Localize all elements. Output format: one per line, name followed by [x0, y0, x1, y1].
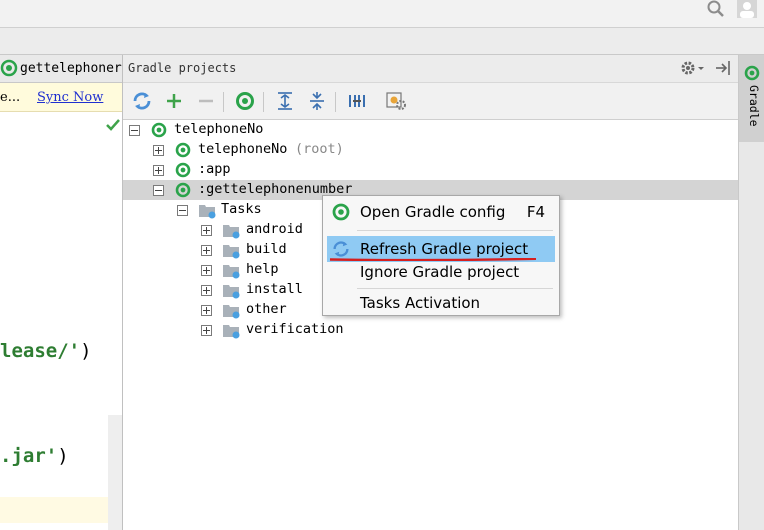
gradle-icon [332, 203, 350, 221]
gradle-project-tree: telephoneNo telephoneNo (root) :app :get… [123, 120, 738, 530]
scrollbar-track[interactable] [108, 415, 122, 530]
editor-tab[interactable]: gettelephoner [0, 55, 122, 83]
code-line: lease/') [0, 340, 92, 362]
add-icon[interactable] [162, 89, 186, 113]
tree-item-label: build [246, 241, 287, 257]
annotation-underline [330, 258, 536, 261]
editor-tab-label: gettelephoner [20, 61, 122, 76]
gradle-module-icon [175, 182, 191, 198]
sync-now-link[interactable]: Sync Now [37, 90, 103, 105]
toolbar-separator [335, 92, 336, 112]
tree-item-root-module[interactable]: telephoneNo (root) [123, 140, 738, 160]
tasks-folder-icon [199, 205, 216, 219]
expand-toggle[interactable] [201, 285, 212, 296]
collapse-toggle[interactable] [177, 205, 188, 216]
sync-notification-bar: e... Sync Now [0, 83, 122, 112]
gradle-task-icon[interactable] [233, 89, 257, 113]
expand-all-icon[interactable] [273, 89, 297, 113]
panel-header: Gradle projects [123, 55, 738, 83]
tree-item-label: telephoneNo [198, 141, 288, 157]
gradle-settings-icon[interactable] [384, 89, 408, 113]
expand-toggle[interactable] [153, 145, 164, 156]
menu-separator [357, 288, 553, 289]
expand-toggle[interactable] [201, 325, 212, 336]
toolbar-separator [263, 92, 264, 112]
tree-item-label: Tasks [221, 201, 262, 217]
tree-item-label: other [246, 301, 287, 317]
context-menu: Open Gradle config F4 Refresh Gradle pro… [322, 195, 560, 316]
gradle-icon [744, 65, 760, 81]
navigation-bar [0, 28, 764, 55]
gradle-tab-label: Gradle [747, 85, 761, 127]
code-string: lease/' [0, 340, 81, 362]
task-folder-icon [223, 285, 240, 299]
gradle-project-icon [151, 122, 167, 138]
menu-item-shortcut: F4 [526, 203, 545, 221]
remove-icon[interactable] [194, 89, 218, 113]
menu-item-tasks-activation[interactable]: Tasks Activation [327, 290, 555, 316]
gradle-module-icon [175, 162, 191, 178]
menu-item-label: Tasks Activation [360, 294, 481, 312]
tree-item-label: help [246, 261, 279, 277]
menu-item-label: Ignore Gradle project [360, 263, 520, 281]
code-line: .jar') [0, 445, 69, 467]
gradle-module-icon [175, 142, 191, 158]
code-paren: ) [57, 445, 69, 467]
menu-item-label: Open Gradle config [360, 203, 506, 221]
collapse-all-icon[interactable] [305, 89, 329, 113]
menu-item-ignore-gradle-project[interactable]: Ignore Gradle project [327, 259, 555, 285]
code-string: .jar' [0, 445, 58, 467]
refresh-all-icon[interactable] [130, 89, 154, 113]
tree-item-root[interactable]: telephoneNo [123, 120, 738, 140]
menu-item-open-gradle-config[interactable]: Open Gradle config F4 [327, 199, 555, 225]
refresh-icon [333, 241, 349, 257]
expand-toggle[interactable] [153, 165, 164, 176]
top-toolbar [0, 0, 764, 28]
search-icon[interactable] [706, 0, 726, 20]
toolbar-separator [223, 92, 224, 112]
menu-separator [357, 230, 553, 231]
tree-item-task-group[interactable]: verification [123, 320, 738, 340]
expand-toggle[interactable] [201, 245, 212, 256]
tree-item-app[interactable]: :app [123, 160, 738, 180]
collapse-toggle[interactable] [129, 125, 140, 136]
expand-toggle[interactable] [201, 265, 212, 276]
menu-item-label: Refresh Gradle project [360, 240, 529, 258]
collapse-toggle[interactable] [153, 185, 164, 196]
code-editor[interactable]: gettelephoner e... Sync Now lease/') .ja… [0, 55, 123, 530]
task-folder-icon [223, 225, 240, 239]
right-tool-strip: Gradle [738, 55, 764, 530]
tree-item-label: android [246, 221, 303, 237]
tree-item-label: telephoneNo [174, 121, 264, 137]
task-folder-icon [223, 325, 240, 339]
tree-item-label: install [246, 281, 303, 297]
task-folder-icon [223, 245, 240, 259]
expand-toggle[interactable] [201, 305, 212, 316]
root-suffix: (root) [295, 141, 344, 157]
code-paren: ) [80, 340, 92, 362]
tree-item-label: :app [198, 161, 231, 177]
task-folder-icon [223, 265, 240, 279]
gear-icon[interactable] [679, 59, 707, 77]
hide-panel-icon[interactable] [714, 59, 732, 77]
user-icon[interactable] [737, 0, 757, 18]
gradle-tool-window-tab[interactable]: Gradle [739, 55, 764, 142]
gradle-toolbar [123, 83, 738, 120]
tree-item-label: verification [246, 321, 344, 337]
toggle-offline-icon[interactable] [345, 89, 369, 113]
gradle-file-icon [0, 59, 18, 77]
current-line-highlight [0, 497, 108, 523]
checkmark-icon [106, 119, 120, 131]
task-folder-icon [223, 305, 240, 319]
sync-message-text: e... [0, 90, 21, 105]
panel-title: Gradle projects [128, 61, 237, 75]
expand-toggle[interactable] [201, 225, 212, 236]
